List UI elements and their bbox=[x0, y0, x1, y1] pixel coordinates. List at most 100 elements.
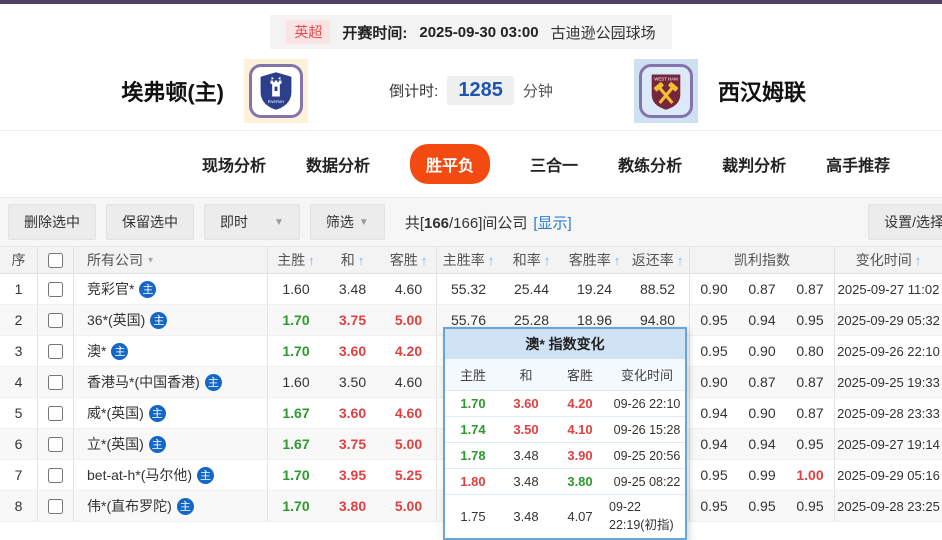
row-checkbox[interactable] bbox=[48, 343, 63, 359]
home-odds-cell: 1.70 bbox=[282, 343, 310, 359]
tab-expert-picks[interactable]: 高手推荐 bbox=[826, 152, 890, 176]
row-checkbox[interactable] bbox=[48, 312, 63, 328]
company-name: 澳* bbox=[87, 343, 107, 359]
draw-odds-cell: 3.48 bbox=[338, 281, 367, 297]
change-time-cell: 2025-09-25 19:33 bbox=[837, 374, 940, 390]
popup-away-odds: 3.80 bbox=[567, 474, 593, 489]
header-draw-odds[interactable]: 和 ↑ bbox=[324, 247, 381, 273]
popup-away-odds: 4.07 bbox=[567, 509, 593, 524]
change-time-cell: 2025-09-29 05:32 bbox=[837, 312, 940, 328]
company-cell[interactable]: 立*(英国) 主 bbox=[74, 429, 268, 459]
nav-tabs: 现场分析 数据分析 胜平负 三合一 教练分析 裁判分析 高手推荐 bbox=[0, 131, 942, 197]
table-row[interactable]: 1 竞彩官* 主 1.60 3.48 4.60 55.32 25.44 19.24… bbox=[0, 274, 942, 305]
tab-referee-analysis[interactable]: 裁判分析 bbox=[722, 152, 786, 176]
row-checkbox[interactable] bbox=[48, 405, 63, 421]
home-team-name: 埃弗顿(主) bbox=[121, 79, 224, 105]
popup-change-time: 09-25 20:56 bbox=[613, 448, 681, 463]
row-select[interactable] bbox=[38, 305, 74, 335]
tab-live-analysis[interactable]: 现场分析 bbox=[202, 152, 266, 176]
header-select-all[interactable] bbox=[38, 247, 74, 273]
row-checkbox[interactable] bbox=[48, 436, 63, 452]
home-odds-cell: 1.67 bbox=[282, 405, 310, 421]
popup-change-time: 09-25 08:22 bbox=[613, 474, 681, 489]
home-rate-cell: 55.32 bbox=[450, 281, 487, 297]
popup-change-time: 09-22 22:19(初指) bbox=[609, 500, 674, 532]
row-select[interactable] bbox=[38, 336, 74, 366]
sort-up-icon: ↑ bbox=[543, 252, 551, 268]
row-checkbox[interactable] bbox=[48, 281, 63, 297]
draw-odds-cell: 3.75 bbox=[338, 312, 367, 328]
home-marker-icon: 主 bbox=[148, 404, 166, 422]
kelly-home-cell: 0.95 bbox=[700, 343, 728, 359]
tab-three-in-one[interactable]: 三合一 bbox=[530, 152, 578, 176]
header-return-rate[interactable]: 返还率 ↑ bbox=[626, 247, 690, 273]
row-select[interactable] bbox=[38, 274, 74, 304]
row-checkbox[interactable] bbox=[48, 467, 63, 483]
company-name: 威*(英国) bbox=[87, 405, 144, 421]
draw-odds-cell: 3.95 bbox=[338, 467, 367, 483]
row-select[interactable] bbox=[38, 429, 74, 459]
draw-odds-cell: 3.60 bbox=[338, 343, 367, 359]
svg-text:Everton: Everton bbox=[268, 99, 284, 104]
league-badge[interactable]: 英超 bbox=[286, 20, 331, 44]
teams-row: 埃弗顿(主) Everton 倒计时: 1285 分钟 WEST HAM 西汉姆… bbox=[0, 51, 942, 131]
away-team-name: 西汉姆联 bbox=[718, 79, 807, 105]
select-all-checkbox[interactable] bbox=[48, 252, 63, 268]
kelly-away-cell: 0.95 bbox=[786, 305, 835, 335]
row-checkbox[interactable] bbox=[48, 498, 63, 514]
company-cell[interactable]: 威*(英国) 主 bbox=[74, 398, 268, 428]
filter-button[interactable]: 筛选 ▼ bbox=[309, 204, 385, 240]
header-draw-rate[interactable]: 和率 ↑ bbox=[500, 247, 563, 273]
sort-up-icon: ↑ bbox=[357, 252, 365, 268]
company-cell[interactable]: 香港马*(中国香港) 主 bbox=[74, 367, 268, 397]
away-odds-cell: 4.20 bbox=[381, 336, 437, 366]
row-select[interactable] bbox=[38, 491, 74, 521]
draw-odds-cell: 3.75 bbox=[338, 436, 367, 452]
top-accent-bar bbox=[0, 0, 942, 4]
popup-home-odds: 1.74 bbox=[460, 422, 486, 437]
show-link[interactable]: [显示] bbox=[533, 215, 571, 232]
kelly-draw-cell: 0.99 bbox=[748, 467, 776, 483]
row-select[interactable] bbox=[38, 398, 74, 428]
popup-home-odds: 1.80 bbox=[460, 474, 486, 489]
company-cell[interactable]: 澳* 主 bbox=[74, 336, 268, 366]
tab-win-draw-lose[interactable]: 胜平负 bbox=[410, 144, 491, 184]
row-seq: 6 bbox=[0, 429, 38, 459]
header-away-odds[interactable]: 客胜 ↑ bbox=[381, 247, 437, 273]
kickoff-label: 开赛时间: bbox=[342, 24, 408, 42]
header-home-odds[interactable]: 主胜 ↑ bbox=[268, 247, 324, 273]
popup-home-odds: 1.78 bbox=[460, 448, 486, 463]
company-cell[interactable]: bet-at-h*(马尔他) 主 bbox=[74, 460, 268, 490]
tab-data-analysis[interactable]: 数据分析 bbox=[306, 152, 370, 176]
home-marker-icon: 主 bbox=[197, 466, 215, 484]
row-checkbox[interactable] bbox=[48, 374, 63, 390]
header-change-time[interactable]: 变化时间 ↑ bbox=[835, 247, 942, 273]
row-select[interactable] bbox=[38, 460, 74, 490]
header-away-rate[interactable]: 客胜率 ↑ bbox=[563, 247, 626, 273]
home-marker-icon: 主 bbox=[150, 311, 168, 329]
popup-header-home: 主胜 bbox=[459, 368, 486, 383]
delete-selected-button[interactable]: 删除选中 bbox=[8, 204, 96, 240]
countdown-value: 1285 bbox=[447, 76, 514, 105]
kelly-away-cell: 1.00 bbox=[786, 460, 835, 490]
sort-up-icon: ↑ bbox=[308, 252, 315, 268]
kelly-away-cell: 0.87 bbox=[786, 398, 835, 428]
away-rate-cell: 19.24 bbox=[576, 281, 613, 297]
away-odds-cell: 5.00 bbox=[381, 491, 437, 521]
row-select[interactable] bbox=[38, 367, 74, 397]
mode-select-value: 即时 bbox=[220, 214, 248, 230]
settings-button[interactable]: 设置/选择 bbox=[868, 204, 942, 240]
tab-coach-analysis[interactable]: 教练分析 bbox=[618, 152, 682, 176]
popup-draw-odds: 3.60 bbox=[513, 396, 539, 411]
header-home-rate[interactable]: 主胜率 ↑ bbox=[437, 247, 500, 273]
header-company[interactable]: 所有公司 ▾ bbox=[74, 247, 268, 273]
keep-selected-button[interactable]: 保留选中 bbox=[106, 204, 194, 240]
row-seq: 7 bbox=[0, 460, 38, 490]
company-cell[interactable]: 36*(英国) 主 bbox=[74, 305, 268, 335]
company-cell[interactable]: 伟*(直布罗陀) 主 bbox=[74, 491, 268, 521]
kelly-away-cell: 0.95 bbox=[786, 429, 835, 459]
sort-up-icon: ↑ bbox=[676, 252, 684, 268]
mode-select[interactable]: 即时 ▼ bbox=[204, 204, 300, 240]
company-cell[interactable]: 竞彩官* 主 bbox=[74, 274, 268, 304]
away-odds-cell: 4.60 bbox=[381, 367, 437, 397]
